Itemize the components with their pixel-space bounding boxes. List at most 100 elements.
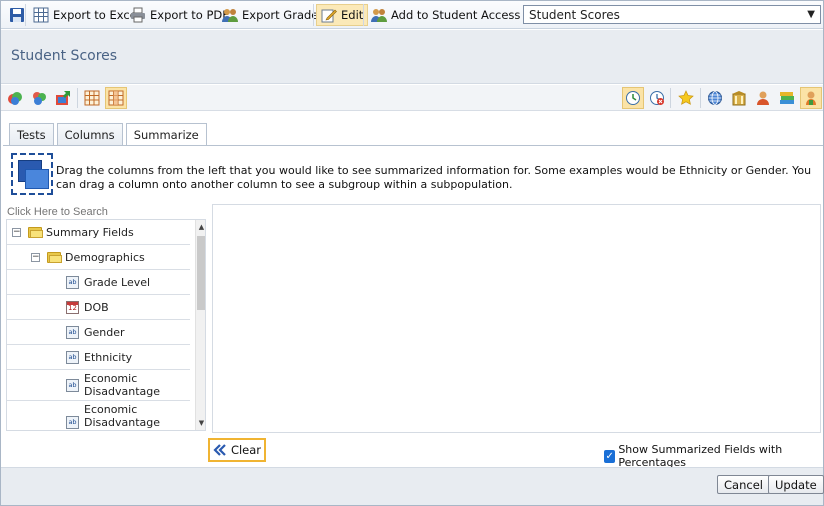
star-icon <box>678 90 694 106</box>
summary-drop-zone[interactable] <box>212 204 821 433</box>
tree-item-dob[interactable]: 12 DOB <box>7 295 190 320</box>
toolbar-separator <box>25 4 26 26</box>
edit-label: Edit <box>341 8 364 22</box>
tree-item-label: Economic Disadvantage <box>84 372 161 398</box>
add-access-label: Add to Student Access List <box>391 8 545 22</box>
collapse-icon[interactable]: − <box>12 228 21 237</box>
double-chevron-left-icon <box>213 443 227 457</box>
tab-summarize[interactable]: Summarize <box>125 123 207 146</box>
user-icon <box>755 90 771 106</box>
add-users-icon <box>371 7 387 23</box>
clock-icon <box>625 90 641 106</box>
tree-node-demographics[interactable]: − Demographics <box>7 245 190 270</box>
tree-node-label: Summary Fields <box>46 226 134 239</box>
chevron-down-icon: ▼ <box>807 9 815 20</box>
text-field-icon: ab <box>66 379 79 392</box>
search-input[interactable] <box>6 205 206 219</box>
edit-icon <box>321 7 337 23</box>
chart-add-button[interactable] <box>4 87 26 109</box>
books-button[interactable] <box>776 87 798 109</box>
favorite-button[interactable] <box>675 87 697 109</box>
building-button[interactable] <box>728 87 750 109</box>
globe-button[interactable] <box>704 87 726 109</box>
clock-remove-button[interactable] <box>646 87 668 109</box>
show-percentages-checkbox[interactable]: ✓ <box>604 449 616 463</box>
tab-tests[interactable]: Tests <box>9 123 54 145</box>
export-grades-label: Export Grades <box>242 8 325 22</box>
grid-button[interactable] <box>81 87 103 109</box>
tree-item-label: DOB <box>84 301 109 314</box>
clock-button[interactable] <box>622 87 644 109</box>
export-pdf-button[interactable]: Export to PDF <box>126 4 233 26</box>
users-icon <box>222 7 238 23</box>
tree-item-label: Ethnicity <box>84 351 133 364</box>
tree-item-gender[interactable]: ab Gender <box>7 320 190 345</box>
student-button[interactable] <box>800 87 822 109</box>
chart-button[interactable] <box>28 87 50 109</box>
show-percentages-label: Show Summarized Fields with Percentages <box>618 443 783 469</box>
instructions-text: Drag the columns from the left that you … <box>56 164 812 191</box>
scroll-down-icon[interactable]: ▼ <box>197 418 205 428</box>
field-tree: − Summary Fields − Demographics ab Grade… <box>6 219 206 431</box>
spreadsheet-icon <box>33 7 49 23</box>
save-icon <box>9 7 25 23</box>
scroll-up-icon[interactable]: ▲ <box>197 222 205 232</box>
text-field-icon: ab <box>66 326 79 339</box>
view-select-value: Student Scores <box>529 7 620 22</box>
add-access-button[interactable]: Add to Student Access List <box>367 4 548 26</box>
cancel-button[interactable]: Cancel <box>717 475 770 494</box>
tree-item-economic-disadvantage-sub[interactable]: ab Economic Disadvantage Sub <box>7 401 190 430</box>
tree-item-label: Grade Level <box>84 276 151 289</box>
tab-strip: Tests Columns Summarize <box>9 123 207 146</box>
tree-item-economic-disadvantage[interactable]: ab Economic Disadvantage <box>7 370 190 401</box>
view-select[interactable]: Student Scores ▼ <box>523 5 821 24</box>
toolbar-separator <box>313 4 314 26</box>
text-field-icon: ab <box>66 416 79 429</box>
update-button[interactable]: Update <box>768 475 824 494</box>
toolbar-separator <box>77 88 78 108</box>
text-field-icon: ab <box>66 276 79 289</box>
tree-item-grade-level[interactable]: ab Grade Level <box>7 270 190 295</box>
folder-icon <box>28 226 43 238</box>
globe-icon <box>707 90 723 106</box>
top-toolbar: Export to Excel Export to PDF Export Gra… <box>1 1 823 29</box>
user-button[interactable] <box>752 87 774 109</box>
clear-button[interactable]: Clear <box>208 438 266 462</box>
bubbles-icon <box>31 90 47 106</box>
books-icon <box>779 90 795 106</box>
calendar-icon: 12 <box>66 301 79 314</box>
edit-button[interactable]: Edit <box>316 4 369 26</box>
grid-columns-button[interactable] <box>105 87 127 109</box>
folder-icon <box>47 251 62 263</box>
tree-item-ethnicity[interactable]: ab Ethnicity <box>7 345 190 370</box>
building-icon <box>731 90 747 106</box>
student-icon <box>803 90 819 106</box>
printer-icon <box>130 7 146 23</box>
tree-item-label: Gender <box>84 326 125 339</box>
dialog-footer <box>1 467 823 505</box>
grid-icon <box>84 90 100 106</box>
clear-label: Clear <box>230 443 262 457</box>
page-title: Student Scores <box>11 48 118 64</box>
clock-remove-icon <box>649 90 665 106</box>
icon-toolbar <box>1 85 823 111</box>
scroll-thumb[interactable] <box>197 236 205 310</box>
tree-node-label: Demographics <box>65 251 145 264</box>
drag-columns-icon <box>11 153 53 195</box>
title-band: Student Scores <box>1 30 823 84</box>
toolbar-separator <box>700 88 701 108</box>
text-field-icon: ab <box>66 351 79 364</box>
tree-node-summary-fields[interactable]: − Summary Fields <box>7 220 190 245</box>
window-frame: Export to Excel Export to PDF Export Gra… <box>0 0 824 506</box>
pie-chart-icon <box>7 90 23 106</box>
export-arrow-icon <box>55 90 71 106</box>
tree-scrollbar[interactable]: ▲ ▼ <box>195 220 205 430</box>
toolbar-separator <box>670 88 671 108</box>
export-grades-button[interactable]: Export Grades <box>218 4 328 26</box>
export-chart-button[interactable] <box>52 87 74 109</box>
table-columns-icon <box>108 90 124 106</box>
show-percentages-option[interactable]: ✓ Show Summarized Fields with Percentage… <box>604 443 823 469</box>
toolbar-separator <box>363 4 364 26</box>
collapse-icon[interactable]: − <box>31 253 40 262</box>
tab-columns[interactable]: Columns <box>56 123 123 145</box>
